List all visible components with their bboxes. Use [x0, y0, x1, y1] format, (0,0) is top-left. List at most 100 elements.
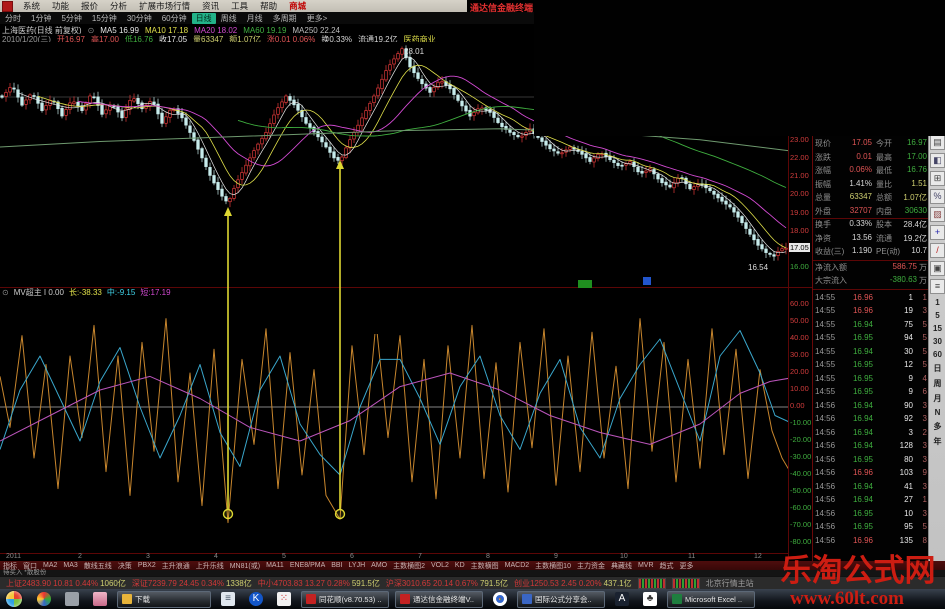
cross-icon[interactable]: +	[930, 225, 945, 240]
period-button-15分钟[interactable]: 15分钟	[87, 13, 122, 24]
menu-item-帮助[interactable]: 帮助	[254, 0, 283, 12]
period-button-周线[interactable]: 周线	[216, 13, 242, 24]
index-segment-上证[interactable]: 上证2483.90 10.81 0.44% 1060亿	[6, 578, 126, 589]
indicator-tab-VOL2[interactable]: VOL2	[428, 562, 452, 569]
period-button-5分钟[interactable]: 5分钟	[56, 13, 86, 24]
menu-item-功能[interactable]: 功能	[46, 0, 75, 12]
right-period-多[interactable]: 多	[930, 421, 945, 432]
tick-row[interactable]: 14:56 16.96 103 9	[815, 468, 927, 481]
tick-row[interactable]: 14:56 16.95 80 3	[815, 455, 927, 468]
taskbar-button-2[interactable]: 通达信金融终端V..	[395, 590, 483, 608]
tick-row[interactable]: 14:55 16.95 9 4	[815, 374, 927, 387]
menu-item-工具[interactable]: 工具	[225, 0, 254, 12]
indicator-tab-MA3[interactable]: MA3	[60, 562, 80, 569]
indicator-tab-MA2[interactable]: MA2	[40, 562, 60, 569]
indicator-tab-KD[interactable]: KD	[452, 562, 468, 569]
right-period-N[interactable]: N	[930, 408, 945, 417]
k-circle-icon[interactable]: K	[249, 592, 263, 606]
tick-row[interactable]: 14:55 16.96 1 1	[815, 293, 927, 306]
indicator-tab-更多[interactable]: 更多	[677, 561, 697, 570]
chrome-icon[interactable]	[493, 592, 507, 606]
tick-row[interactable]: 14:56 16.94 41 3	[815, 482, 927, 495]
right-period-30[interactable]: 30	[930, 337, 945, 346]
index-segment-深证[interactable]: 深证7239.79 24.45 0.34% 1338亿	[132, 578, 252, 589]
indicator-tab-主数横图10[interactable]: 主数横图10	[532, 561, 574, 570]
pen-icon[interactable]: /	[930, 243, 945, 258]
indicator-tab-MACD2[interactable]: MACD2	[502, 562, 533, 569]
indicator-tab-MN81(或)[interactable]: MN81(或)	[227, 561, 263, 570]
percent-icon[interactable]: %	[930, 189, 945, 204]
menu-item-系统[interactable]: 系统	[17, 0, 46, 12]
tick-row[interactable]: 14:55 16.95 94 5	[815, 333, 927, 346]
period-button-1分钟[interactable]: 1分钟	[26, 13, 56, 24]
tick-row[interactable]: 14:55 16.96 19 3	[815, 306, 927, 319]
indicator-tab-上升乐线[interactable]: 上升乐线	[193, 561, 227, 570]
tick-row[interactable]: 14:55 16.94 75 5	[815, 320, 927, 333]
indicator-tab-LYJH[interactable]: LYJH	[346, 562, 369, 569]
marker-dot[interactable]: ⊙	[88, 26, 95, 34]
tick-row[interactable]: 14:56 16.94 92 3	[815, 414, 927, 427]
period-button-更多>[interactable]: 更多>	[302, 13, 333, 24]
indicator-tab-MVR[interactable]: MVR	[635, 562, 657, 569]
indicator-tab-MA11[interactable]: MA11	[263, 562, 287, 569]
indicator-tab-主数横图[interactable]: 主数横图	[468, 561, 502, 570]
indicator-tab-趋式[interactable]: 趋式	[657, 561, 677, 570]
right-period-1[interactable]: 1	[930, 298, 945, 307]
tick-row[interactable]: 14:56 16.95 10 3	[815, 509, 927, 522]
right-period-60[interactable]: 60	[930, 350, 945, 359]
taskbar-button-4[interactable]: Microsoft Excel ..	[667, 590, 755, 608]
info-icon[interactable]: ◧	[930, 153, 945, 168]
menu-item-分析[interactable]: 分析	[104, 0, 133, 12]
tick-row[interactable]: 14:56 16.96 135 8	[815, 536, 927, 549]
clover-icon[interactable]: ♣	[643, 592, 657, 606]
period-button-60分钟[interactable]: 60分钟	[157, 13, 192, 24]
list-icon[interactable]: ≡	[930, 279, 945, 294]
tick-row[interactable]: 14:55 16.94 30 5	[815, 347, 927, 360]
tick-row[interactable]: 14:56 16.94 128 3	[815, 441, 927, 454]
period-button-30分钟[interactable]: 30分钟	[122, 13, 157, 24]
right-period-15[interactable]: 15	[930, 324, 945, 333]
indicator-tab-ENE8/PMA[interactable]: ENE8/PMA	[287, 562, 328, 569]
tick-row[interactable]: 14:56 16.94 27 1	[815, 495, 927, 508]
period-button-多周期[interactable]: 多周期	[268, 13, 302, 24]
menu-item-扩展市场行情[interactable]: 扩展市场行情	[133, 0, 196, 12]
menu-item-highlight[interactable]: 商城	[283, 0, 312, 12]
copy-icon[interactable]: ▣	[930, 261, 945, 276]
period-button-日线[interactable]: 日线	[191, 12, 216, 24]
notepad-icon[interactable]: ≡	[221, 592, 235, 606]
right-period-5[interactable]: 5	[930, 311, 945, 320]
index-segment-沪深[interactable]: 沪深3010.65 20.14 0.67% 791.5亿	[386, 578, 508, 589]
taskbar-button-3[interactable]: 国际公式分享会..	[517, 590, 605, 608]
period-button-月线[interactable]: 月线	[242, 13, 268, 24]
right-period-月[interactable]: 月	[930, 393, 945, 404]
indicator-tab-典藏线[interactable]: 典藏线	[608, 561, 635, 570]
indicator-tab-主升浪通[interactable]: 主升浪通	[159, 561, 193, 570]
indicator-tab-BBI[interactable]: BBI	[328, 562, 345, 569]
tick-row[interactable]: 14:55 16.95 9 6	[815, 387, 927, 400]
gray-app-icon[interactable]	[65, 592, 79, 606]
indicator-tab-决策[interactable]: 决策	[115, 561, 135, 570]
event-badge-blue[interactable]	[643, 277, 651, 285]
report-icon[interactable]: ▤	[930, 135, 945, 150]
menu-item-报价[interactable]: 报价	[75, 0, 104, 12]
event-badge-green[interactable]	[578, 280, 592, 288]
taskbar-button-0[interactable]: 下载	[117, 590, 211, 608]
start-button[interactable]	[6, 591, 22, 607]
dark-app-icon[interactable]: A	[615, 592, 629, 606]
indicator-tab-PBX2[interactable]: PBX2	[135, 562, 159, 569]
tick-row[interactable]: 14:55 16.95 12 5	[815, 360, 927, 373]
taskbar-button-1[interactable]: 同花顺(v8.70.53) ..	[301, 590, 389, 608]
tick-row[interactable]: 14:56 16.95 95 5	[815, 522, 927, 535]
grid-icon[interactable]: ⊞	[930, 171, 945, 186]
right-period-年[interactable]: 年	[930, 436, 945, 447]
menu-item-资讯[interactable]: 资讯	[196, 0, 225, 12]
period-button-分时[interactable]: 分时	[0, 13, 26, 24]
paint-icon[interactable]: ▨	[930, 207, 945, 222]
right-period-日[interactable]: 日	[930, 363, 945, 374]
indicator-tab-主力资金[interactable]: 主力资金	[574, 561, 608, 570]
indicator-tab-主数横图2[interactable]: 主数横图2	[390, 561, 428, 570]
right-period-周[interactable]: 周	[930, 378, 945, 389]
index-segment-创业[interactable]: 创业1250.53 2.45 0.20% 437.1亿	[514, 578, 632, 589]
indicator-tab-散线五线[interactable]: 散线五线	[81, 561, 115, 570]
tick-row[interactable]: 14:56 16.94 3 2	[815, 428, 927, 441]
